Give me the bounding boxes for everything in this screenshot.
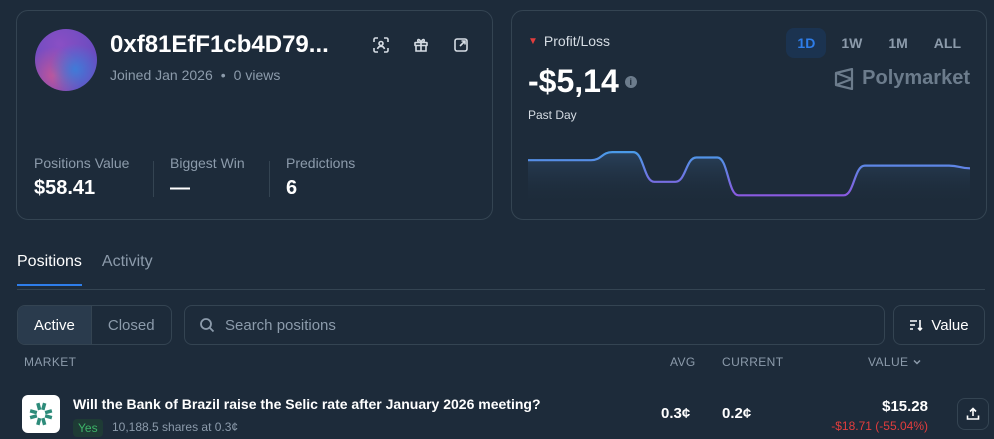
range-tab-all[interactable]: ALL — [923, 28, 972, 58]
stat-positions-value: Positions Value $58.41 — [34, 155, 129, 200]
polymarket-icon — [835, 67, 854, 90]
gift-icon[interactable] — [411, 35, 431, 55]
profile-card: 0xf81EfF1cb4D79... Joined Jan 2026 • 0 vie… — [16, 10, 493, 220]
stat-divider — [269, 161, 270, 197]
chevron-down-icon — [913, 359, 921, 365]
pnl-chart — [528, 151, 970, 206]
pnl-title-label: Profit/Loss — [543, 33, 611, 49]
header-market: MARKET — [24, 355, 77, 369]
market-icon — [22, 395, 60, 433]
filter-active-button[interactable]: Active — [18, 306, 92, 344]
content-tabs: Positions Activity — [17, 253, 153, 286]
header-value-label: VALUE — [868, 355, 909, 369]
position-value: $15.28 — [882, 398, 928, 415]
stat-divider — [153, 161, 154, 197]
meta-separator: • — [220, 67, 226, 83]
search-box — [184, 305, 885, 345]
info-icon[interactable]: i — [624, 75, 637, 88]
range-tab-1w[interactable]: 1W — [830, 28, 873, 58]
down-triangle-icon: ▼ — [528, 35, 538, 47]
profile-meta: Joined Jan 2026 • 0 views — [110, 67, 280, 83]
header-value[interactable]: VALUE — [868, 355, 922, 369]
sort-value-button[interactable]: Value — [893, 305, 985, 345]
view-count: 0 views — [233, 67, 281, 83]
pnl-card: ▼ Profit/Loss -$5,14 i Past Day 1D 1W 1M… — [511, 10, 987, 220]
pnl-title: ▼ Profit/Loss — [528, 33, 610, 49]
market-title[interactable]: Will the Bank of Brazil raise the Selic … — [73, 396, 541, 412]
scan-icon[interactable] — [371, 35, 391, 55]
stat-label: Predictions — [286, 155, 356, 171]
polymarket-logo: Polymarket — [834, 67, 970, 90]
header-avg[interactable]: AVG — [670, 355, 696, 369]
external-link-icon[interactable] — [451, 35, 471, 55]
range-tab-1d[interactable]: 1D — [786, 28, 827, 58]
stat-value: $58.41 — [34, 177, 96, 199]
stat-predictions: Predictions 6 — [286, 155, 355, 200]
stat-value: 6 — [286, 177, 298, 199]
joined-date: Joined Jan 2026 — [110, 67, 213, 83]
tab-activity[interactable]: Activity — [102, 253, 153, 286]
avg-price: 0.3¢ — [661, 405, 691, 422]
stat-biggest-win: Biggest Win — — [170, 155, 245, 200]
header-current[interactable]: CURRENT — [722, 355, 783, 369]
pnl-amount: -$5,14 — [528, 63, 619, 99]
stat-label: Positions Value — [34, 155, 130, 171]
range-tabs: 1D 1W 1M ALL — [786, 28, 972, 58]
search-input[interactable] — [225, 316, 825, 334]
search-icon — [200, 318, 215, 333]
outcome-badge: Yes — [73, 419, 103, 437]
brand-name: Polymarket — [862, 67, 970, 89]
share-button[interactable] — [957, 398, 989, 430]
pnl-period: Past Day — [528, 108, 577, 122]
avatar[interactable] — [35, 29, 97, 91]
tabs-divider — [17, 289, 985, 290]
upload-icon — [966, 407, 980, 420]
position-change: -$18.71 (-55.04%) — [831, 419, 928, 433]
stat-value: — — [170, 177, 190, 199]
stat-label: Biggest Win — [170, 155, 245, 171]
sort-label: Value — [931, 316, 969, 334]
tab-positions[interactable]: Positions — [17, 253, 82, 286]
sort-icon — [910, 320, 923, 332]
status-filter: Active Closed — [17, 305, 172, 345]
filter-closed-button[interactable]: Closed — [92, 306, 171, 344]
bank-logo-icon — [29, 402, 53, 426]
pnl-value: -$5,14 i — [528, 63, 637, 100]
shares-info: 10,188.5 shares at 0.3¢ — [112, 420, 239, 434]
profile-handle: 0xf81EfF1cb4D79... — [110, 31, 329, 58]
range-tab-1m[interactable]: 1M — [877, 28, 918, 58]
current-price: 0.2¢ — [722, 405, 752, 422]
